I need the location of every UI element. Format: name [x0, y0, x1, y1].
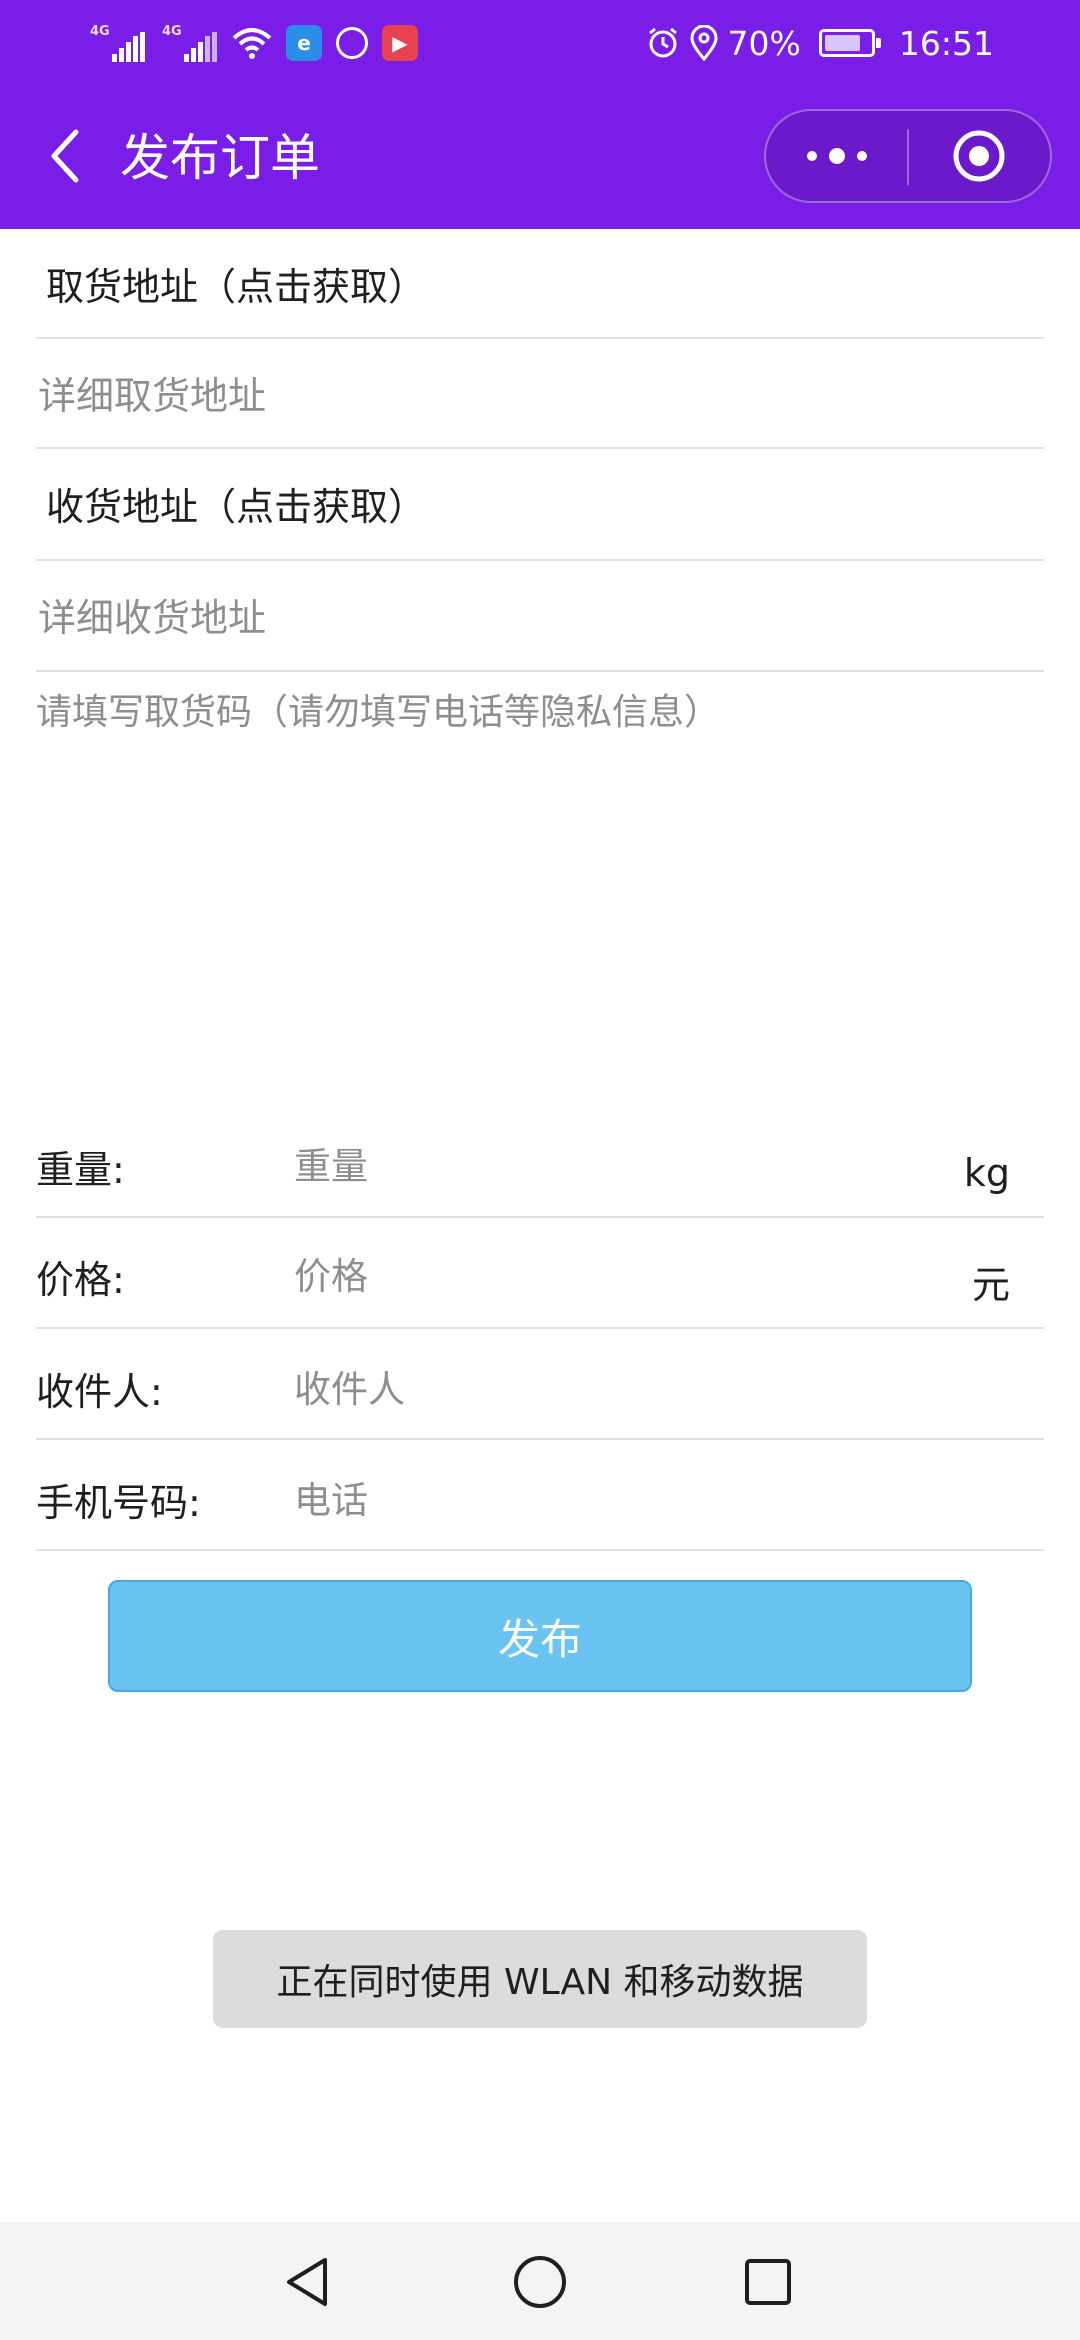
phone-label: 手机号码: [36, 1481, 201, 1525]
app-notification-icon [336, 27, 368, 59]
battery-level-fill [824, 35, 860, 51]
weight-label: 重量: [36, 1148, 125, 1192]
system-nav-bar [0, 2222, 1080, 2340]
price-input[interactable]: 价格 [294, 1252, 368, 1302]
nav-back-icon [287, 2258, 327, 2306]
publish-button[interactable]: 发布 [108, 1580, 972, 1692]
close-miniprogram-button[interactable] [909, 111, 1050, 201]
price-unit: 元 [971, 1263, 1010, 1307]
target-circle-icon [953, 130, 1005, 182]
more-menu-button[interactable] [766, 111, 907, 201]
status-left-icons: 4G 4G e ▶ [88, 20, 418, 66]
miniprogram-capsule [764, 109, 1052, 203]
price-row: 价格: 价格 元 [36, 1218, 1044, 1329]
receiver-label: 收件人: [36, 1370, 163, 1414]
battery-percentage: 70% [727, 23, 801, 63]
title-bar: 发布订单 [0, 86, 1080, 229]
delivery-address-row[interactable]: 收货地址（点击获取） [36, 449, 1044, 561]
location-icon [690, 25, 718, 61]
delivery-detail-input[interactable]: 详细收货地址 [38, 593, 266, 643]
app-screen: 4G 4G e ▶ 70% 16:51 发布订单 取货地址（点击获取） 详细取货… [0, 0, 1080, 2340]
signal-bars-icon [112, 32, 145, 62]
status-bar: 4G 4G e ▶ 70% 16:51 [0, 0, 1080, 86]
battery-icon [818, 29, 881, 57]
pickup-address-selector[interactable]: 取货地址（点击获取） [46, 262, 426, 312]
nav-home-button[interactable] [500, 2242, 580, 2322]
nav-back-button[interactable] [268, 2242, 348, 2322]
page-title: 发布订单 [120, 129, 320, 187]
signal-bars-icon [184, 32, 217, 62]
app-notification-icon: ▶ [382, 25, 418, 61]
pickup-code-placeholder: 请填写取货码（请勿填写电话等隐私信息） [36, 692, 721, 733]
signal-icon: 4G [88, 22, 146, 64]
phone-input[interactable]: 电话 [294, 1476, 368, 1526]
receiver-input[interactable]: 收件人 [294, 1365, 405, 1415]
delivery-address-selector[interactable]: 收货地址（点击获取） [46, 482, 426, 532]
clock-time: 16:51 [898, 23, 994, 63]
network-type-label: 4G [162, 24, 182, 39]
phone-row: 手机号码: 电话 [36, 1440, 1044, 1551]
pickup-code-textarea[interactable]: 请填写取货码（请勿填写电话等隐私信息） [36, 688, 1044, 1108]
signal-icon: 4G [160, 22, 218, 64]
weight-row: 重量: 重量 kg [36, 1108, 1044, 1218]
network-type-label: 4G [90, 24, 110, 39]
pickup-detail-row: 详细取货地址 [36, 339, 1044, 449]
wifi-icon [232, 28, 272, 59]
status-right-icons: 70% 16:51 [646, 18, 994, 68]
back-button[interactable] [26, 116, 106, 196]
back-arrow-icon [51, 129, 79, 183]
more-dots-icon [806, 148, 867, 164]
delivery-detail-row: 详细收货地址 [36, 561, 1044, 672]
app-notification-icon: e [286, 25, 322, 61]
top-bar: 4G 4G e ▶ 70% 16:51 发布订单 [0, 0, 1080, 229]
nav-home-icon [514, 2256, 566, 2308]
weight-unit: kg [963, 1151, 1010, 1195]
nav-recents-button[interactable] [728, 2242, 808, 2322]
weight-input[interactable]: 重量 [294, 1142, 368, 1192]
pickup-address-row[interactable]: 取货地址（点击获取） [36, 229, 1044, 339]
pickup-detail-input[interactable]: 详细取货地址 [38, 371, 266, 421]
network-toast: 正在同时使用 WLAN 和移动数据 [213, 1930, 867, 2028]
receiver-row: 收件人: 收件人 [36, 1329, 1044, 1440]
price-label: 价格: [36, 1258, 125, 1302]
nav-recents-icon [745, 2259, 791, 2305]
alarm-icon [648, 27, 677, 58]
